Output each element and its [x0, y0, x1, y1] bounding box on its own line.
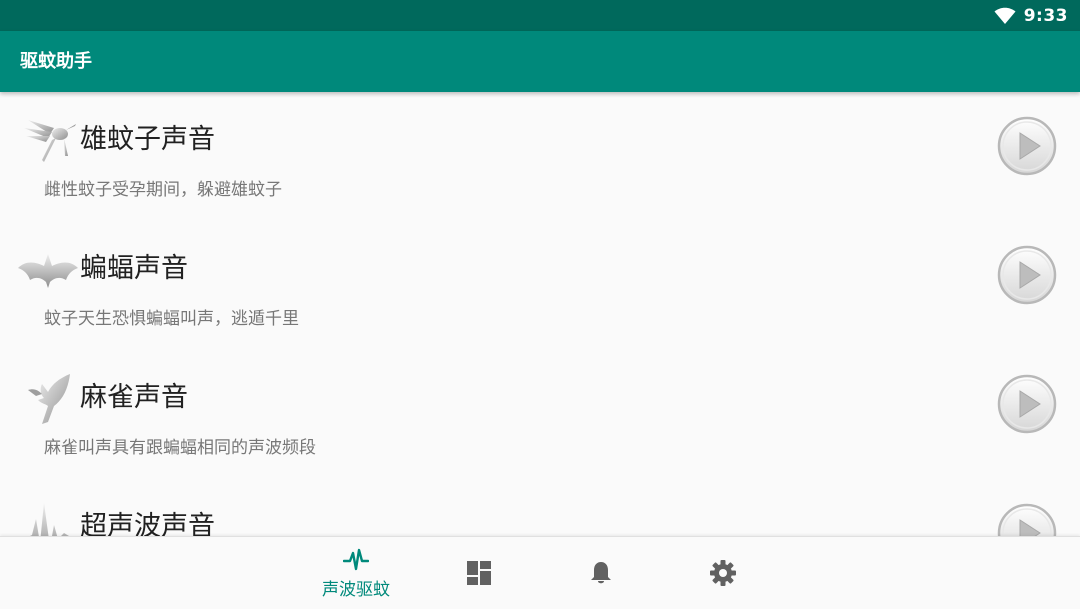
- app-title: 驱蚊助手: [20, 51, 92, 72]
- tab-settings[interactable]: [668, 537, 778, 609]
- play-button[interactable]: [996, 244, 1058, 306]
- item-description: 蚊子天生恐惧蝙蝠叫声，逃遁千里: [44, 309, 299, 329]
- mosquito-icon: [24, 120, 76, 162]
- bell-icon: [591, 562, 611, 584]
- list-item[interactable]: 蝙蝠声音 蚊子天生恐惧蝙蝠叫声，逃遁千里: [0, 221, 1080, 350]
- list-item[interactable]: 超声波声音: [0, 479, 1080, 536]
- tab-sound-repel[interactable]: 声波驱蚊: [301, 537, 411, 609]
- dashboard-icon: [467, 561, 491, 585]
- sparrow-icon: [28, 374, 70, 424]
- item-title: 雄蚊子声音: [80, 124, 215, 155]
- play-button[interactable]: [996, 502, 1058, 536]
- status-time: 9:33: [1023, 5, 1068, 26]
- pulse-icon: [343, 548, 369, 570]
- tab-notifications[interactable]: [546, 537, 656, 609]
- play-button[interactable]: [996, 373, 1058, 435]
- item-description: 麻雀叫声具有跟蝙蝠相同的声波频段: [44, 438, 316, 458]
- item-description: 雌性蚊子受孕期间，躲避雄蚊子: [44, 180, 282, 200]
- bat-icon: [18, 254, 78, 288]
- item-title: 麻雀声音: [80, 382, 188, 413]
- list-item[interactable]: 雄蚊子声音 雌性蚊子受孕期间，躲避雄蚊子: [0, 92, 1080, 221]
- tab-dashboard[interactable]: [424, 537, 534, 609]
- item-title: 超声波声音: [80, 511, 215, 536]
- play-button[interactable]: [996, 115, 1058, 177]
- status-indicators: 9:33: [994, 0, 1068, 31]
- tab-label: 声波驱蚊: [322, 579, 390, 600]
- gear-icon: [710, 560, 736, 586]
- item-title: 蝙蝠声音: [80, 253, 188, 284]
- wifi-icon: [994, 7, 1016, 24]
- sound-list: 雄蚊子声音 雌性蚊子受孕期间，躲避雄蚊子 蝙蝠声音 蚊子天生恐惧蝙蝠叫声，逃遁千…: [0, 92, 1080, 536]
- status-bar: 9:33: [0, 0, 1080, 31]
- bottom-navigation: 声波驱蚊: [0, 536, 1080, 609]
- app-bar: 驱蚊助手: [0, 31, 1080, 92]
- waveform-icon: [30, 503, 69, 536]
- list-item[interactable]: 麻雀声音 麻雀叫声具有跟蝙蝠相同的声波频段: [0, 350, 1080, 479]
